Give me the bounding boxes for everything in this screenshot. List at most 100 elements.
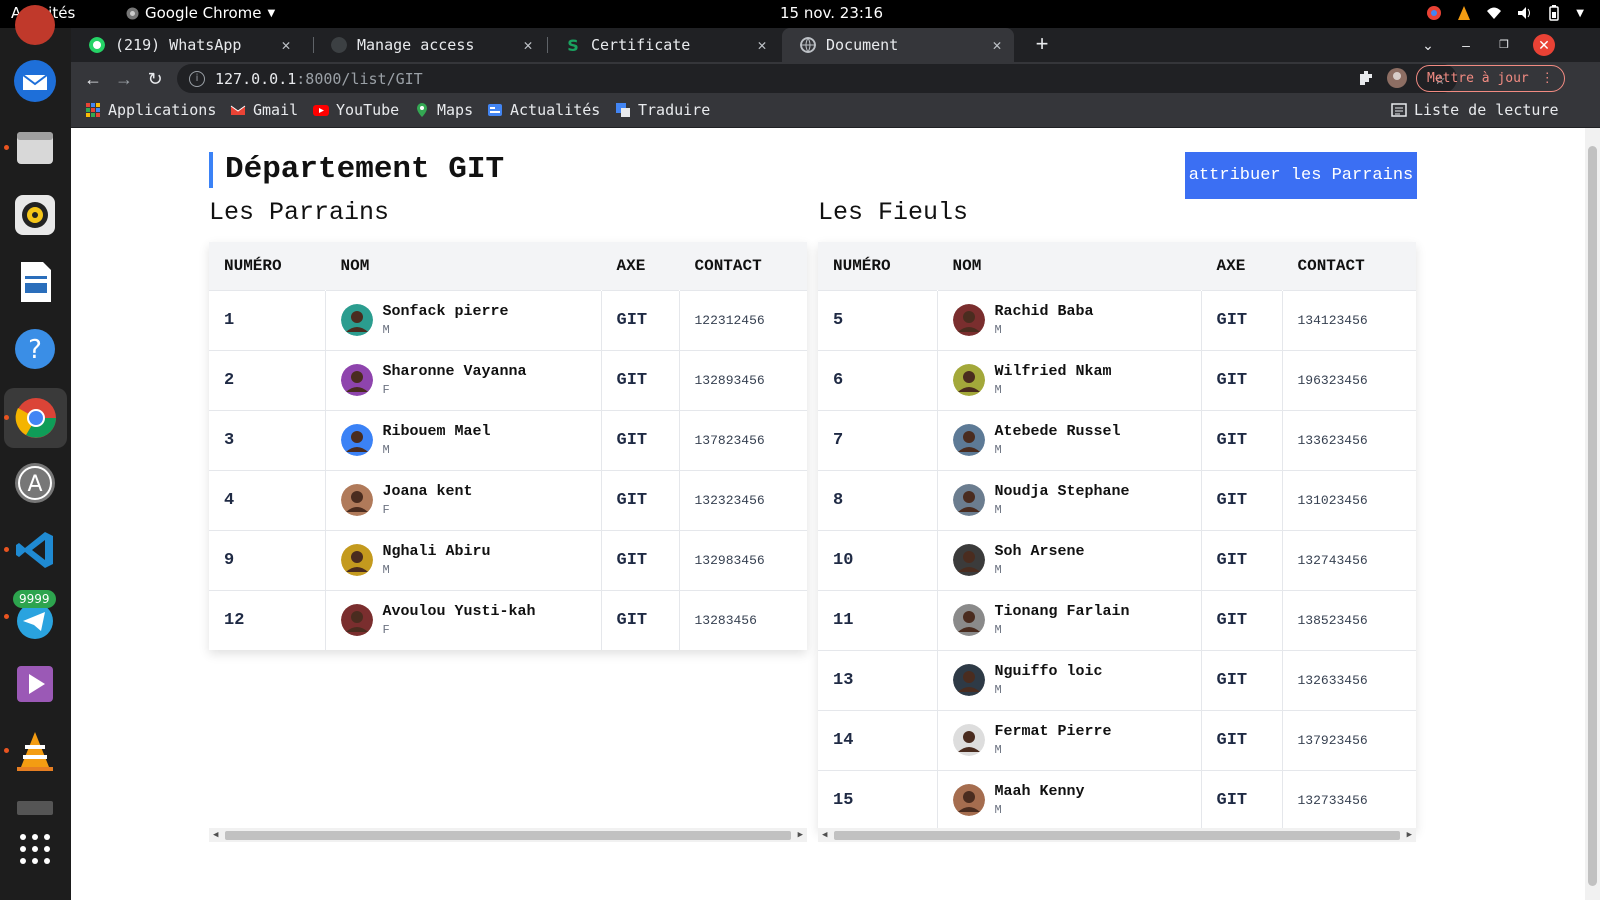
scroll-left-arrow-icon[interactable]: ◀	[213, 828, 218, 842]
page-vertical-scrollbar[interactable]	[1585, 128, 1600, 900]
bookmark-actualites[interactable]: Actualités	[487, 101, 600, 119]
update-chrome-button[interactable]: Mettre à jour ⋮	[1416, 65, 1565, 92]
parrains-table: NUMÉRO NOM AXE CONTACT 1 Sonfack pierre M G…	[209, 242, 807, 650]
person-info: Wilfried Nkam M	[995, 363, 1112, 397]
person: Sharonne Vayanna F	[340, 363, 601, 397]
app-menu-label: Google Chrome	[145, 4, 262, 22]
chrome-indicator-icon[interactable]	[1426, 5, 1442, 21]
table-row: 13 Nguiffo loic M GIT 132633456	[818, 649, 1416, 710]
close-tab-icon[interactable]: ✕	[275, 36, 297, 54]
libreoffice-writer-icon[interactable]	[10, 257, 60, 307]
bookmark-gmail[interactable]: Gmail	[230, 101, 298, 119]
contact-cell: 196323456	[1281, 349, 1416, 410]
back-icon[interactable]: ←	[80, 66, 106, 92]
forward-icon[interactable]: →	[111, 66, 137, 92]
row-number-cell: 15	[818, 769, 937, 830]
axe-value: GIT	[1216, 310, 1248, 330]
table-row: 10 Soh Arsene M GIT 132743456	[818, 529, 1416, 590]
vlc-icon[interactable]	[4, 726, 60, 776]
show-applications-icon[interactable]	[10, 824, 60, 874]
url-path: :8000/list/GIT	[296, 69, 423, 88]
close-tab-icon[interactable]: ✕	[986, 36, 1008, 54]
parrains-horizontal-scrollbar[interactable]: ◀ ▶	[209, 828, 807, 842]
scroll-right-arrow-icon[interactable]: ▶	[1407, 828, 1412, 842]
chrome-dock-icon[interactable]	[4, 388, 67, 448]
svg-text:S: S	[567, 37, 579, 53]
bookmark-youtube[interactable]: YouTube	[313, 101, 399, 119]
reading-list-label: Liste de lecture	[1414, 101, 1559, 119]
profile-avatar-icon[interactable]	[1387, 68, 1407, 88]
site-info-icon[interactable]: i	[189, 70, 205, 87]
person-sex: M	[994, 743, 1002, 757]
axe-value: GIT	[1216, 670, 1248, 690]
bookmark-label: Gmail	[253, 101, 299, 119]
table-row: 9 Nghali Abiru M GIT 132983456	[209, 529, 807, 590]
fieuls-horizontal-scrollbar[interactable]: ◀ ▶	[818, 828, 1416, 842]
extensions-puzzle-icon[interactable]	[1357, 68, 1377, 88]
reading-list-button[interactable]: Liste de lecture	[1391, 101, 1559, 119]
avatar	[340, 484, 373, 516]
maximize-icon[interactable]: ❐	[1493, 34, 1515, 56]
scroll-left-arrow-icon[interactable]: ◀	[822, 828, 827, 842]
files-icon[interactable]	[4, 123, 60, 173]
axe-value: GIT	[616, 550, 648, 570]
thunderbird-icon[interactable]	[10, 56, 60, 106]
system-tray[interactable]: ▼	[1426, 5, 1584, 21]
tab-title: Certificate	[591, 36, 691, 54]
axe-value: GIT	[1216, 790, 1248, 810]
name-cell: Nghali Abiru M	[324, 529, 601, 590]
tab-title: (219) WhatsApp	[115, 36, 242, 54]
close-tab-icon[interactable]: ✕	[751, 36, 773, 54]
close-tab-icon[interactable]: ✕	[517, 36, 539, 54]
bookmark-applications[interactable]: Applications	[85, 101, 216, 119]
contact-cell: 131023456	[1281, 469, 1416, 530]
battery-icon[interactable]	[1546, 5, 1562, 21]
tab-document[interactable]: Document ✕	[782, 28, 1014, 62]
assign-parrains-button[interactable]: attribuer les Parrains	[1185, 152, 1417, 199]
clock[interactable]: 15 nov. 23:16	[780, 4, 883, 22]
table-row: 8 Noudja Stephane M GIT 131023456	[818, 469, 1416, 530]
bookmark-traduire[interactable]: Traduire	[615, 101, 710, 119]
github-icon	[331, 37, 347, 53]
vscode-icon[interactable]	[4, 525, 60, 575]
rhythmbox-icon[interactable]	[10, 190, 60, 240]
scroll-right-arrow-icon[interactable]: ▶	[798, 828, 803, 842]
video-player-icon[interactable]	[10, 659, 60, 709]
volume-icon[interactable]	[1516, 5, 1532, 21]
system-menu-caret-icon[interactable]: ▼	[1576, 8, 1584, 19]
software-updater-icon[interactable]: A	[10, 458, 60, 508]
tab-whatsapp[interactable]: (219) WhatsApp ✕	[71, 28, 303, 62]
tab-certificate[interactable]: S Certificate ✕	[547, 28, 779, 62]
wifi-icon[interactable]	[1486, 5, 1502, 21]
row-number-cell: 2	[209, 349, 325, 410]
person-name: Avoulou Yusti-kah	[382, 603, 536, 621]
tab-search-icon[interactable]: ⌄	[1417, 34, 1439, 56]
tab-manage-access[interactable]: Manage access ✕	[313, 28, 545, 62]
axe-value: GIT	[1216, 430, 1248, 450]
app-menu[interactable]: Google Chrome ▼	[126, 4, 275, 22]
avatar	[952, 544, 985, 576]
scrollbar-thumb[interactable]	[834, 831, 1400, 840]
person: Wilfried Nkam M	[952, 363, 1201, 397]
person: Atebede Russel M	[952, 423, 1201, 457]
close-window-icon[interactable]: ✕	[1533, 34, 1555, 56]
web-page: Département GIT attribuer les Parrains L…	[71, 128, 1600, 900]
scrollbar-thumb[interactable]	[1588, 146, 1597, 886]
telegram-icon[interactable]: 9999	[4, 590, 60, 642]
minimize-icon[interactable]: –	[1455, 34, 1477, 56]
reload-icon[interactable]: ↻	[142, 66, 168, 92]
axe-cell: GIT	[1200, 709, 1282, 770]
axe-cell: GIT	[1200, 769, 1282, 830]
row-number-cell: 5	[818, 289, 937, 350]
table-header-row: NUMÉRO NOM AXE CONTACT	[818, 242, 1416, 290]
contact-cell: 132743456	[1281, 529, 1416, 590]
person-sex: M	[994, 803, 1002, 818]
bookmark-maps[interactable]: Maps	[414, 101, 473, 119]
new-tab-button[interactable]: +	[1029, 32, 1055, 58]
help-icon[interactable]: ?	[10, 324, 60, 374]
table-row: 4 Joana kent F GIT 132323456	[209, 469, 807, 530]
address-bar[interactable]: i 127.0.0.1:8000/list/GIT ☆	[177, 64, 1457, 93]
ubuntu-software-partial-icon[interactable]	[10, 0, 60, 50]
scrollbar-thumb[interactable]	[225, 831, 791, 840]
vlc-indicator-icon[interactable]	[1456, 5, 1472, 21]
